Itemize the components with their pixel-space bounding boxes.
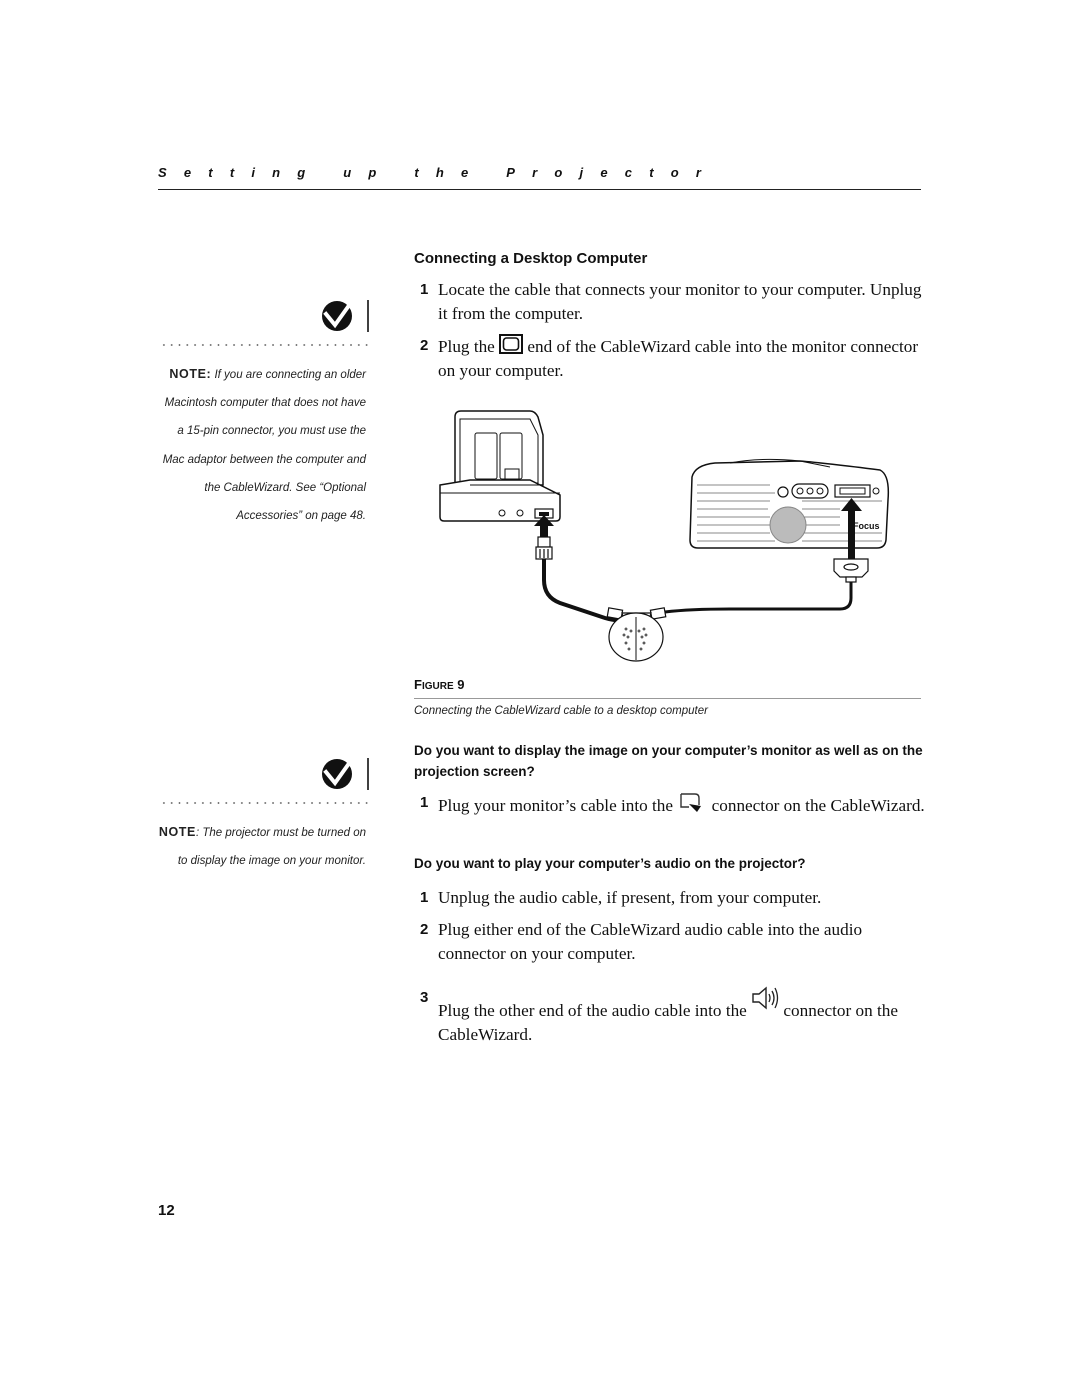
note-body: If you are connecting an older Macintosh… [162, 369, 366, 523]
figure-label-prefix: F [414, 677, 422, 692]
running-head: Setting up the Projector [158, 165, 719, 180]
note-2: NOTE: The projector must be turned on to… [158, 818, 366, 875]
question-heading: Do you want to display the image on your… [414, 743, 923, 779]
note-checkmark-icon [322, 758, 369, 790]
figure-label-number: 9 [453, 677, 465, 692]
step-item: 2 Plug either end of the CableWizard aud… [420, 918, 930, 965]
speaker-icon [752, 986, 779, 1010]
step-text: Plug the [438, 337, 500, 356]
step-item: 1 Unplug the audio cable, if present, fr… [420, 886, 930, 910]
vga-connector [535, 536, 553, 560]
question-heading: Do you want to play your computer’s audi… [414, 856, 806, 871]
projector-connector [833, 558, 869, 583]
step-text: connector on the CableWizard. [707, 796, 925, 815]
note-divider [160, 344, 370, 346]
step-number: 1 [420, 281, 429, 298]
desktop-computer [439, 410, 561, 522]
step-number: 2 [420, 337, 429, 354]
step-number: 2 [420, 921, 429, 938]
cable [664, 577, 853, 614]
monitor-out-connector-icon [680, 793, 702, 812]
header-rule [158, 189, 921, 190]
monitor-connector-icon [499, 334, 524, 354]
step-number: 1 [420, 889, 429, 906]
step-text: Plug either end of the CableWizard audio… [438, 920, 863, 963]
step-number: 1 [420, 794, 429, 811]
note-1: NOTE: If you are connecting an older Mac… [158, 360, 366, 530]
step-text: Plug the other end of the audio cable in… [438, 1001, 752, 1020]
step-text: Locate the cable that connects your moni… [438, 280, 922, 323]
figure-label: FIGURE 9 [414, 677, 464, 692]
note-body: : The projector must be turned on to dis… [177, 827, 366, 868]
step-text: Plug your monitor’s cable into the [438, 796, 678, 815]
page-number: 12 [158, 1202, 175, 1219]
note-label: NOTE: [169, 367, 212, 381]
step-item: 3 Plug the other end of the audio cable … [420, 986, 930, 1046]
step-item: 2 Plug the end of the CableWizard cable … [420, 334, 930, 382]
figure-label-smallcaps: IGURE [421, 681, 454, 692]
section-title: Connecting a Desktop Computer [414, 250, 648, 267]
step-item: 1 Locate the cable that connects your mo… [420, 278, 930, 325]
brand-logo: Focus [853, 521, 880, 531]
note-label: NOTE [158, 825, 196, 839]
figure-caption: Connecting the CableWizard cable to a de… [414, 705, 708, 717]
step-item: 1 Plug your monitor’s cable into the con… [420, 791, 930, 818]
step-text: Unplug the audio cable, if present, from… [438, 888, 822, 907]
figure-illustration: Focus [439, 410, 890, 662]
figure-rule [414, 698, 921, 699]
step-number: 3 [420, 989, 429, 1006]
cablewizard-hub [606, 607, 667, 662]
note-divider [160, 802, 370, 804]
note-checkmark-icon [322, 300, 369, 332]
projector [689, 458, 890, 549]
